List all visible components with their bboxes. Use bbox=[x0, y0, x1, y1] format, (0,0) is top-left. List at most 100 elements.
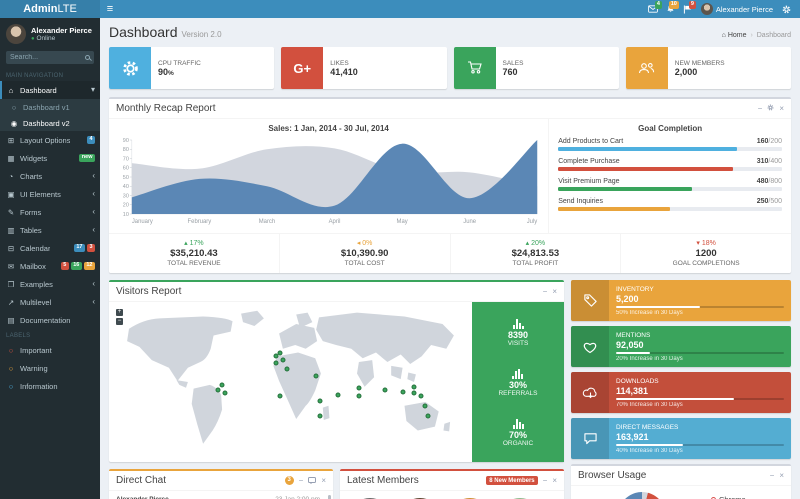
close-icon[interactable]: × bbox=[552, 477, 557, 485]
sidebar-item-documentation[interactable]: ▤Documentation bbox=[0, 311, 100, 329]
sidebar-label-warning[interactable]: ○Warning bbox=[0, 359, 100, 377]
circle-icon: ○ bbox=[6, 346, 16, 355]
info-box-value: 2,000 bbox=[675, 67, 725, 77]
sidebar-label-important[interactable]: ○Important bbox=[0, 341, 100, 359]
goal-label: Visit Premium Page bbox=[558, 178, 619, 185]
contacts-toggle-icon[interactable] bbox=[308, 477, 316, 485]
map-marker bbox=[277, 394, 282, 399]
notifications-bell-icon[interactable]: 10 bbox=[662, 0, 679, 18]
sidebar-user-name: Alexander Pierce bbox=[31, 26, 92, 36]
side-box-mentions: MENTIONS 92,050 20% Increase in 30 Days bbox=[571, 326, 791, 367]
collapse-icon[interactable]: − bbox=[543, 477, 548, 485]
sidebar-item-dashboard-v1[interactable]: ○Dashboard v1 bbox=[0, 99, 100, 115]
map-marker bbox=[419, 394, 424, 399]
box-title: Monthly Recap Report bbox=[116, 103, 216, 114]
breadcrumb-home[interactable]: Home bbox=[728, 32, 747, 39]
sidebar-item-mailbox[interactable]: ✉Mailbox51612 bbox=[0, 257, 100, 275]
goal-title: Goal Completion bbox=[558, 124, 782, 133]
stat-change: ▾ 18% bbox=[623, 239, 789, 247]
zoom-in-button[interactable]: + bbox=[116, 309, 123, 316]
sidebar-item-forms[interactable]: ✎Forms‹ bbox=[0, 203, 100, 221]
side-box-progress bbox=[616, 352, 784, 354]
home-icon: ⌂ bbox=[722, 32, 726, 39]
goal-completion-panel: Goal Completion Add Products to Cart 160… bbox=[549, 119, 791, 233]
sidebar-item-dashboard[interactable]: ⌂Dashboard▾ bbox=[0, 81, 100, 99]
search-input[interactable] bbox=[6, 51, 81, 64]
info-box-sales: SALES 760 bbox=[454, 47, 619, 89]
close-icon[interactable]: × bbox=[779, 472, 784, 480]
legend-item-chrome: Chrome bbox=[711, 495, 781, 499]
world-map: + − bbox=[109, 302, 472, 462]
goal-send-inquiries: Send Inquiries 250/500 bbox=[558, 198, 782, 211]
map-marker bbox=[215, 388, 220, 393]
recap-stats-footer: ▴ 17% $35,210.43 TOTAL REVENUE◂ 0% $10,3… bbox=[109, 233, 791, 273]
sidebar-item-dashboard-v2[interactable]: ◉Dashboard v2 bbox=[0, 115, 100, 131]
sidebar-toggle-icon[interactable]: ≡ bbox=[100, 0, 120, 18]
sidebar-item-tables[interactable]: ▥Tables‹ bbox=[0, 221, 100, 239]
close-icon[interactable]: × bbox=[321, 477, 326, 485]
direct-chat-box: Direct Chat 3 − × Alexander Pierce bbox=[109, 469, 333, 499]
sidebar-item-layout-options[interactable]: ⊞Layout Options4 bbox=[0, 131, 100, 149]
map-marker bbox=[335, 392, 340, 397]
members-list bbox=[340, 491, 564, 499]
world-map-svg bbox=[113, 306, 468, 458]
user-menu[interactable]: Alexander Pierce bbox=[696, 3, 778, 15]
folder-icon: ❐ bbox=[6, 280, 16, 289]
side-box-value: 5,200 bbox=[616, 294, 784, 304]
goal-complete-purchase: Complete Purchase 310/400 bbox=[558, 158, 782, 171]
avatar bbox=[6, 24, 26, 44]
chat-scrollbar[interactable] bbox=[328, 495, 331, 499]
menu-section-main: MAIN NAVIGATION bbox=[0, 69, 100, 81]
svg-text:June: June bbox=[463, 219, 477, 225]
map-marker bbox=[411, 391, 416, 396]
home-icon: ⌂ bbox=[6, 86, 16, 95]
stat-value: $35,210.43 bbox=[111, 248, 277, 259]
sidebar-item-examples[interactable]: ❐Examples‹ bbox=[0, 275, 100, 293]
tasks-flag-icon[interactable]: 9 bbox=[679, 0, 696, 18]
wrench-icon[interactable] bbox=[767, 104, 774, 113]
svg-text:70: 70 bbox=[123, 156, 129, 162]
navbar-right: 4 10 9 Alexander Pierce bbox=[645, 0, 800, 18]
pie-legend: ChromeIE bbox=[711, 492, 781, 499]
zoom-out-button[interactable]: − bbox=[116, 318, 123, 325]
info-box-label: LIKES bbox=[330, 60, 358, 67]
side-box-direct-messages: DIRECT MESSAGES 163,921 40% Increase in … bbox=[571, 418, 791, 459]
menu-badge: 17 bbox=[74, 244, 85, 253]
stat-label: TOTAL PROFIT bbox=[453, 260, 619, 267]
map-marker bbox=[401, 389, 406, 394]
side-box-progress bbox=[616, 306, 784, 308]
bar-chart-icon bbox=[508, 317, 529, 329]
sidebar: Alexander Pierce ● Online MAIN NAVIGATIO… bbox=[0, 18, 100, 499]
chart-title: Sales: 1 Jan, 2014 - 30 Jul, 2014 bbox=[116, 124, 541, 133]
breadcrumb: ⌂ Home › Dashboard bbox=[722, 32, 791, 39]
collapse-icon[interactable]: − bbox=[543, 288, 548, 296]
search-button[interactable] bbox=[81, 51, 94, 64]
map-marker bbox=[317, 413, 322, 418]
messages-icon[interactable]: 4 bbox=[645, 0, 662, 18]
svg-text:April: April bbox=[329, 219, 341, 225]
sidebar-item-multilevel[interactable]: ↗Multilevel‹ bbox=[0, 293, 100, 311]
close-icon[interactable]: × bbox=[552, 288, 557, 296]
sidebar-item-calendar[interactable]: ⊟Calendar173 bbox=[0, 239, 100, 257]
goal-value: 310/400 bbox=[757, 158, 782, 165]
collapse-icon[interactable]: − bbox=[758, 105, 763, 113]
sidebar-item-widgets[interactable]: ▦Widgetsnew bbox=[0, 149, 100, 167]
stat-total-profit: ▴ 20% $24,813.53 TOTAL PROFIT bbox=[451, 234, 622, 273]
cloud-icon bbox=[571, 372, 609, 413]
sidebar-label-information[interactable]: ○Information bbox=[0, 377, 100, 395]
bar-chart-icon bbox=[498, 367, 537, 379]
brand-logo[interactable]: AdminLTE bbox=[0, 0, 100, 18]
visitor-stat-value: 70% bbox=[503, 430, 533, 440]
sidebar-item-charts[interactable]: ◔Charts‹ bbox=[0, 167, 100, 185]
chat-count-badge: 3 bbox=[285, 476, 294, 485]
close-icon[interactable]: × bbox=[779, 105, 784, 113]
side-box-inventory: INVENTORY 5,200 50% Increase in 30 Days bbox=[571, 280, 791, 321]
collapse-icon[interactable]: − bbox=[299, 477, 304, 485]
collapse-icon[interactable]: − bbox=[770, 472, 775, 480]
sidebar-item-ui-elements[interactable]: ▣UI Elements‹ bbox=[0, 185, 100, 203]
visitor-stat-organic: 70% ORGANIC bbox=[503, 417, 533, 447]
map-marker bbox=[281, 357, 286, 362]
side-box-value: 163,921 bbox=[616, 432, 784, 442]
control-sidebar-gear-icon[interactable] bbox=[778, 0, 795, 18]
visitor-stat-referrals: 30% REFERRALS bbox=[498, 367, 537, 397]
